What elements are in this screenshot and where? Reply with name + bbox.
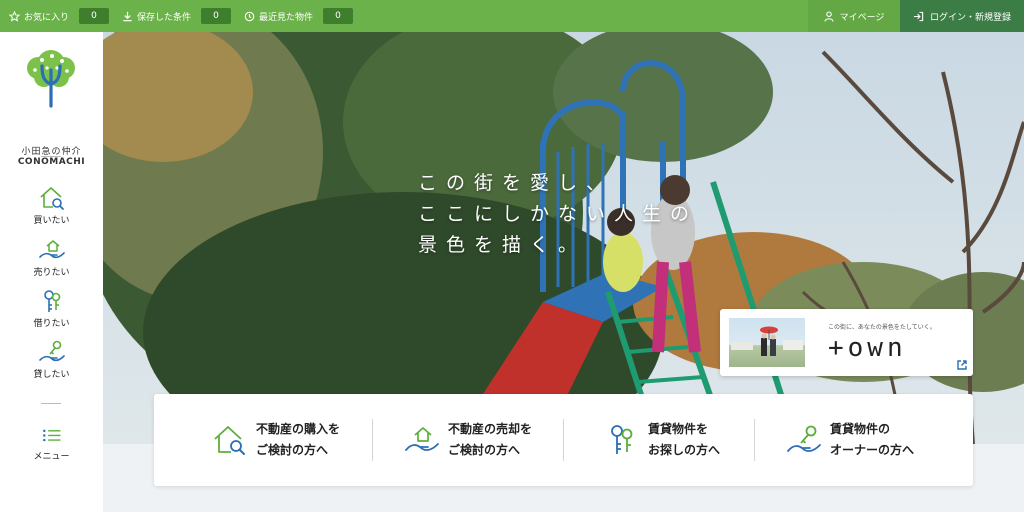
clock-icon [243, 10, 255, 22]
sidebar-item-buy[interactable]: 買いたい [0, 185, 103, 226]
brand-name-en: CONOMACHI [17, 157, 86, 167]
category-cards: 不動産の購入を ご検討の方へ 不動産の売却を ご検討の方へ 賃貸物件を お探しの… [154, 394, 973, 486]
download-icon [121, 10, 133, 22]
sidebar-menu-label: メニュー [33, 452, 70, 462]
card-label-line: オーナーの方へ [830, 443, 915, 457]
card-rent[interactable]: 賃貸物件を お探しの方へ [604, 394, 795, 486]
recent-properties-link[interactable]: 最近見た物件 0 [243, 0, 354, 32]
town-banner-logo: +own [828, 333, 907, 363]
house-hand-icon [405, 427, 439, 451]
login-register-label: ログイン・新規登録 [929, 12, 1011, 23]
person-icon [824, 10, 834, 22]
town-banner-photo [729, 318, 805, 367]
favorites-count: 0 [79, 8, 110, 24]
sidebar-item-sell[interactable]: 売りたい [0, 237, 103, 278]
keys-icon [611, 425, 633, 454]
conomachi-logo[interactable] [22, 46, 80, 108]
external-link-icon [957, 360, 967, 370]
mypage-label: マイページ [839, 12, 885, 23]
card-label-line: 賃貸物件を [648, 422, 709, 436]
sidebar-item-label: 借りたい [33, 319, 70, 329]
saved-conditions-label: 保存した条件 [137, 12, 192, 23]
hero-tagline-line: ここにしかない人生の [418, 203, 699, 225]
card-label-line: 賃貸物件の [830, 422, 891, 436]
mypage-button[interactable]: マイページ [808, 0, 900, 32]
card-label-line: 不動産の売却を [448, 422, 533, 436]
card-divider [563, 419, 564, 461]
sidebar-item-label: 貸したい [33, 370, 70, 380]
sidebar-item-lease[interactable]: 貸したい [0, 339, 103, 380]
house-search-icon [39, 187, 64, 210]
card-label-line: お探しの方へ [648, 443, 721, 457]
menu-list-icon [42, 429, 60, 442]
hero-tagline: この街を愛し、 ここにしかない人生の 景色を描く。 [418, 168, 698, 261]
recent-properties-label: 最近見た物件 [259, 12, 314, 23]
sidebar-item-label: 買いたい [33, 216, 70, 226]
sidebar-divider [41, 156, 61, 157]
town-banner[interactable]: この街に、あなたの景色をたしていく。 +own [720, 309, 973, 376]
saved-conditions-link[interactable]: 保存した条件 0 [121, 0, 232, 32]
keys-icon [43, 290, 60, 312]
favorites-link[interactable]: お気に入り 0 [8, 0, 110, 32]
card-buy[interactable]: 不動産の購入を ご検討の方へ [212, 394, 403, 486]
house-search-icon [214, 426, 245, 455]
hero-tagline-line: 景色を描く。 [418, 234, 587, 256]
recent-properties-count: 0 [323, 8, 354, 24]
sidebar-menu-button[interactable]: メニュー [0, 427, 103, 462]
house-hand-icon [38, 240, 65, 259]
town-banner-subtitle: この街に、あなたの景色をたしていく。 [828, 324, 936, 331]
star-icon [8, 10, 20, 22]
card-label-line: ご検討の方へ [448, 443, 521, 457]
card-sell[interactable]: 不動産の売却を ご検討の方へ [404, 394, 595, 486]
sidebar-divider [41, 403, 61, 404]
card-label-line: ご検討の方へ [256, 443, 329, 457]
top-bar: お気に入り 0 保存した条件 0 最近見た物件 0 マイページ ログイン・新規登… [0, 0, 1024, 32]
login-register-button[interactable]: ログイン・新規登録 [900, 0, 1024, 32]
favorites-label: お気に入り [24, 12, 70, 23]
sidebar-item-rent[interactable]: 借りたい [0, 288, 103, 329]
login-icon [913, 11, 924, 22]
sidebar-item-label: 売りたい [33, 268, 70, 278]
card-divider [372, 419, 373, 461]
card-label-line: 不動産の購入を [256, 422, 341, 436]
sidebar: 小田急の仲介 CONOMACHI 買いたい 売りたい 借りたい 貸したい メニュ… [0, 32, 103, 512]
hero-tagline-line: この街を愛し、 [418, 172, 615, 194]
key-hand-icon [787, 425, 821, 452]
card-owner[interactable]: 賃貸物件の オーナーの方へ [786, 394, 977, 486]
card-divider [754, 419, 755, 461]
saved-conditions-count: 0 [201, 8, 232, 24]
key-hand-icon [38, 340, 65, 362]
